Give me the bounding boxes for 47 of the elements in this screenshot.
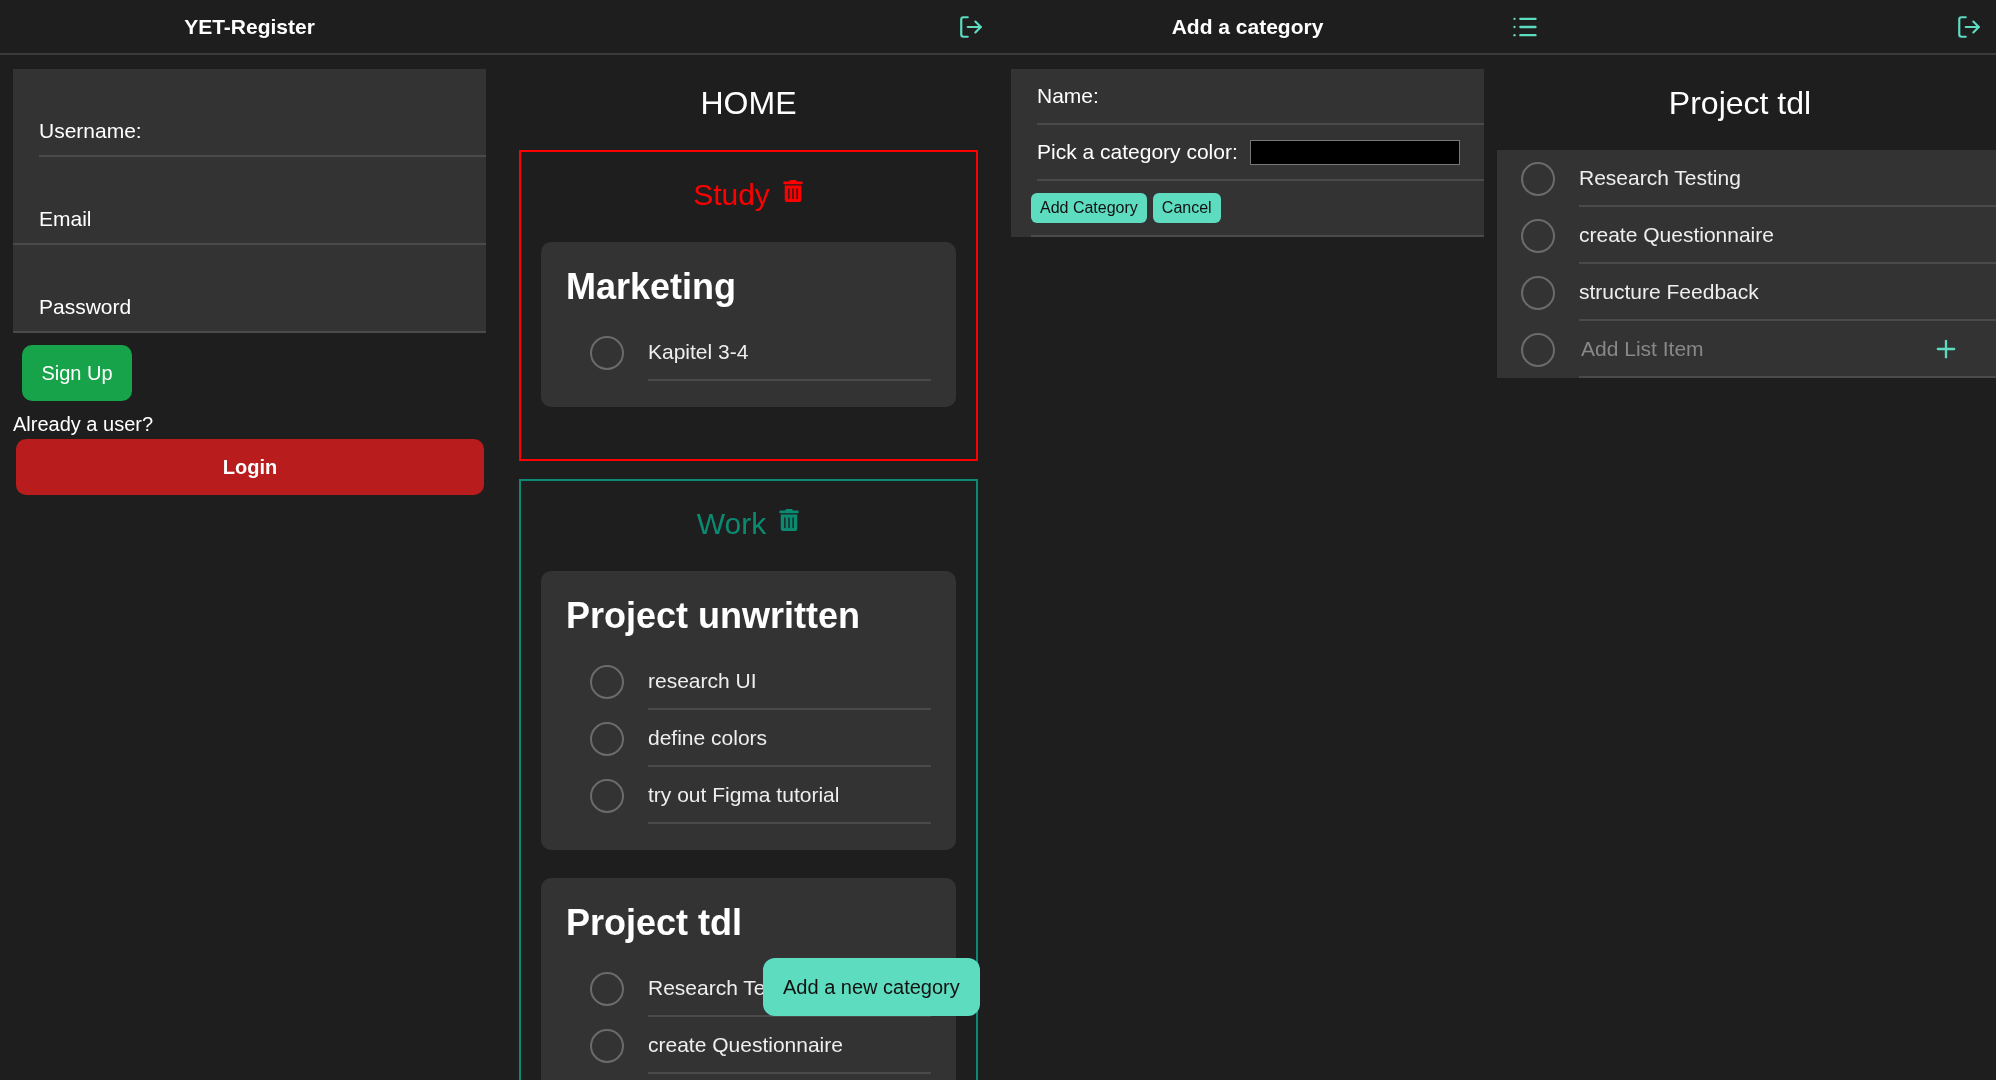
task-text: Research Te [648,975,766,1000]
logout-button[interactable] [1956,13,1982,40]
input-field[interactable]: Password [13,245,486,333]
input-field[interactable]: Email [13,157,486,245]
task-checkbox[interactable] [1521,161,1555,196]
login-prompt: Already a user? [13,413,155,436]
category-name: Study [693,178,770,212]
delete-button[interactable] [781,180,804,202]
login-button[interactable]: Login [16,439,484,495]
task-text: Kapitel 3-4 [648,339,749,364]
delete-button[interactable] [778,509,801,531]
task-checkbox[interactable] [590,335,624,370]
category-name: Work [696,507,767,541]
add-item-field[interactable]: Add List Item [1579,335,1932,362]
trash-icon [781,180,804,202]
logout-icon [958,13,984,40]
task-text: Research Testing [1579,165,1741,190]
add-category-button[interactable]: Add a new category [763,958,980,1016]
task-checkbox[interactable] [1521,275,1555,310]
task-checkbox[interactable] [590,721,624,756]
logout-button[interactable] [958,13,984,40]
logout-icon [1956,13,1982,40]
header-title: YET-Register [183,14,316,39]
form-button[interactable]: Add Category [1031,193,1147,223]
task-checkbox[interactable] [590,664,624,699]
task-checkbox[interactable] [590,1028,624,1063]
header-title: Add a category [1170,14,1325,39]
color-picker[interactable] [1249,139,1460,165]
task-checkbox[interactable] [1521,218,1555,253]
color-label: Pick a category color: [1037,140,1238,164]
task-text: define colors [648,725,768,750]
task-text: structure Feedback [1579,279,1759,304]
task-text: create Questionnaire [648,1032,843,1057]
task-text: try out Figma tutorial [648,782,840,807]
task-checkbox[interactable] [1521,332,1555,367]
list-title: Project unwritten [566,595,862,637]
trash-icon [778,509,801,531]
name-label: Name: [1037,84,1099,108]
page-title: HOME [699,84,798,123]
task-checkbox[interactable] [590,971,624,1006]
form-button[interactable]: Cancel [1152,193,1221,223]
task-text: create Questionnaire [1579,222,1774,247]
list-title: Marketing [566,266,738,308]
task-text: research UI [648,668,757,693]
list-heading: Project tdl [1667,84,1813,123]
list-title: Project tdl [566,902,744,944]
task-checkbox[interactable] [590,778,624,813]
